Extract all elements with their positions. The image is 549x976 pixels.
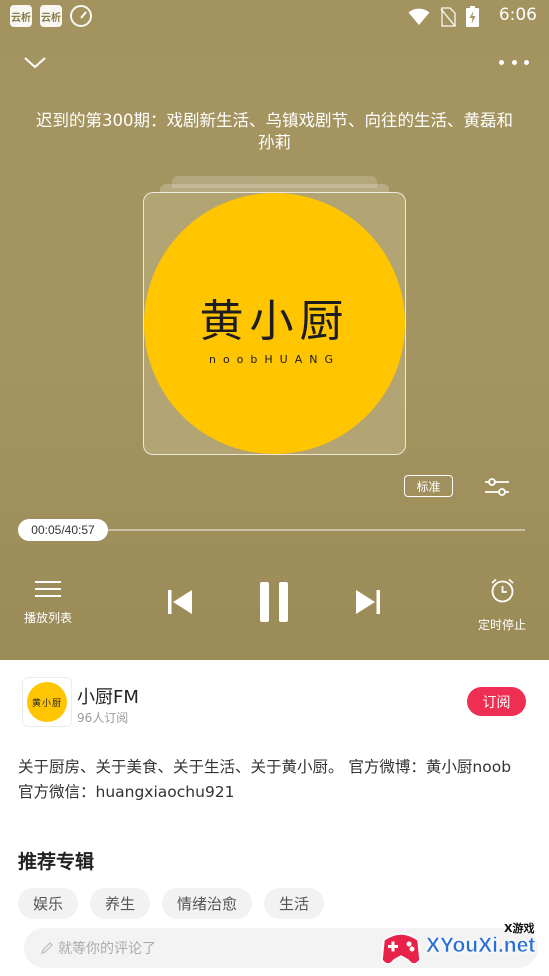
subscribe-button[interactable]: 订阅 xyxy=(467,687,526,716)
pencil-icon xyxy=(41,942,53,954)
description-line: 关于厨房、关于美食、关于生活、关于黄小厨。 官方微博：黄小厨noob xyxy=(18,758,512,776)
next-track-icon[interactable] xyxy=(354,588,382,616)
channel-name[interactable]: 小厨FM xyxy=(77,683,139,709)
progress-thumb-time[interactable]: 00:05/40:57 xyxy=(18,519,108,541)
tag-list: 娱乐 养生 情绪治愈 生活 xyxy=(18,888,325,919)
site-watermark: X游戏 XYouXi.net xyxy=(378,918,549,976)
episode-title: 迟到的第300期：戏剧新生活、乌镇戏剧节、向往的生活、黄磊和孙莉 xyxy=(36,111,513,152)
pause-icon[interactable] xyxy=(258,581,290,623)
description-line: 官方微信：huangxiaochu921 xyxy=(18,783,235,801)
chevron-down-icon[interactable] xyxy=(22,52,48,72)
subscriber-count: 96人订阅 xyxy=(77,711,129,725)
battery-charging-icon xyxy=(466,6,479,27)
channel-logo-disc: 黄小厨 xyxy=(27,682,67,722)
cover-brand-text: 黄小厨 xyxy=(199,296,350,347)
tag-chip[interactable]: 情绪治愈 xyxy=(162,888,253,919)
album-cover: 黄小厨 noobHUANG xyxy=(143,192,406,455)
playlist-button[interactable]: 播放列表 xyxy=(22,578,74,626)
tag-chip[interactable]: 生活 xyxy=(264,888,325,919)
gauge-icon xyxy=(70,5,92,27)
no-sim-icon xyxy=(440,6,456,27)
status-bar: 云析 云析 6:06 xyxy=(0,0,549,32)
equalizer-settings-icon[interactable] xyxy=(483,476,511,498)
player-panel: 云析 云析 6:06 迟到的第300期：戏剧新生活、乌镇戏剧节、向往的生活、黄磊… xyxy=(0,0,549,660)
status-icons xyxy=(408,6,479,27)
tag-chip[interactable]: 养生 xyxy=(90,888,151,919)
app-icon: 云析 xyxy=(10,5,32,27)
app-icon: 云析 xyxy=(40,5,62,27)
wifi-icon xyxy=(408,8,430,25)
more-dot xyxy=(499,59,504,65)
tag-chip[interactable]: 娱乐 xyxy=(18,888,79,919)
channel-logo[interactable]: 黄小厨 xyxy=(22,677,72,727)
gamepad-logo-icon xyxy=(381,933,421,965)
channel-description: 关于厨房、关于美食、关于生活、关于黄小厨。 官方微博：黄小厨noob 官方微信：… xyxy=(18,755,533,805)
alarm-clock-icon xyxy=(490,578,514,603)
more-dot xyxy=(524,59,529,65)
playlist-icon xyxy=(35,578,61,600)
recommended-albums-title: 推荐专辑 xyxy=(18,851,95,873)
previous-track-icon[interactable] xyxy=(166,588,194,616)
playlist-label: 播放列表 xyxy=(23,611,72,625)
sleep-timer-button[interactable]: 定时停止 xyxy=(474,578,530,633)
sleep-timer-label: 定时停止 xyxy=(477,618,526,632)
cover-disc: 黄小厨 noobHUANG xyxy=(144,193,405,454)
comment-placeholder: 就等你的评论了 xyxy=(58,941,156,957)
quality-button[interactable]: 标准 xyxy=(404,475,453,497)
clock: 6:06 xyxy=(498,5,537,25)
cover-brand-subtext: noobHUANG xyxy=(208,353,340,366)
more-dot xyxy=(511,59,517,65)
watermark-text: XYouXi.net xyxy=(426,934,536,958)
more-options-button[interactable] xyxy=(499,56,529,68)
